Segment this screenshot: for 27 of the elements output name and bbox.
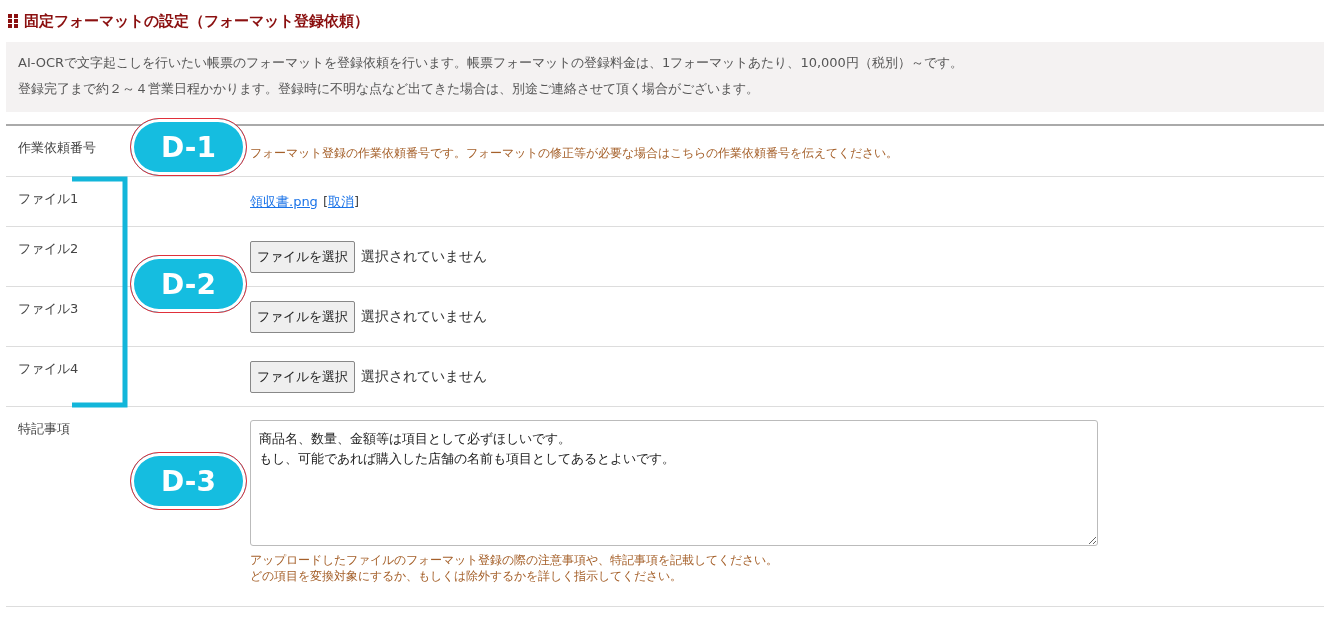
- field-label: ファイル2: [18, 240, 79, 258]
- bracket-text: [: [322, 194, 328, 209]
- choose-file-button[interactable]: ファイルを選択: [250, 360, 355, 393]
- file-status-text: 選択されていません: [361, 247, 487, 266]
- choose-file-button[interactable]: ファイルを選択: [250, 240, 355, 273]
- bracket-text: ]: [353, 194, 360, 209]
- file-link[interactable]: 領収書.png: [250, 192, 318, 211]
- field-label: 作業依頼番号: [18, 139, 96, 157]
- section-title: 固定フォーマットの設定（フォーマット登録依頼）: [24, 11, 369, 31]
- hint-text: どの項目を変換対象にするか、もしくは除外するかを詳しく指示してください。: [250, 568, 683, 584]
- intro-text: AI-OCRで文字起こしを行いたい帳票のフォーマットを登録依頼を行います。帳票フォーマットの登録料金は、1フォーマットあたり、10,000円（税別）～です。: [18, 54, 964, 72]
- hint-text: アップロードしたファイルのフォーマット登録の際の注意事項や、特記事項を記載してください。: [250, 552, 779, 568]
- file-status-text: 選択されていません: [361, 367, 487, 386]
- annotation-badge: D-3: [130, 452, 247, 510]
- cancel-link[interactable]: 取消: [327, 192, 354, 211]
- field-label: ファイル1: [18, 190, 79, 208]
- field-label: ファイル4: [18, 360, 79, 378]
- choose-file-button[interactable]: ファイルを選択: [250, 300, 355, 333]
- file-status-text: 選択されていません: [361, 307, 487, 326]
- field-label: 特記事項: [18, 420, 70, 438]
- notes-textarea[interactable]: 商品名、数量、金額等は項目として必ずほしいです。 もし、可能であれば購入した店舗の名前も項目としてあるとよいです。: [250, 420, 1098, 546]
- grip-icon: [8, 14, 18, 28]
- annotation-badge: D-1: [130, 118, 247, 176]
- hint-text: フォーマット登録の作業依頼番号です。フォーマットの修正等が必要な場合はこちらの作業依頼番号を伝えてください。: [250, 144, 899, 162]
- field-label: ファイル3: [18, 300, 79, 318]
- intro-text: 登録完了まで約２～４営業日程かかります。登録時に不明な点など出てきた場合は、別途ご連絡させて頂く場合がございます。: [18, 80, 760, 98]
- annotation-badge: D-2: [130, 255, 247, 313]
